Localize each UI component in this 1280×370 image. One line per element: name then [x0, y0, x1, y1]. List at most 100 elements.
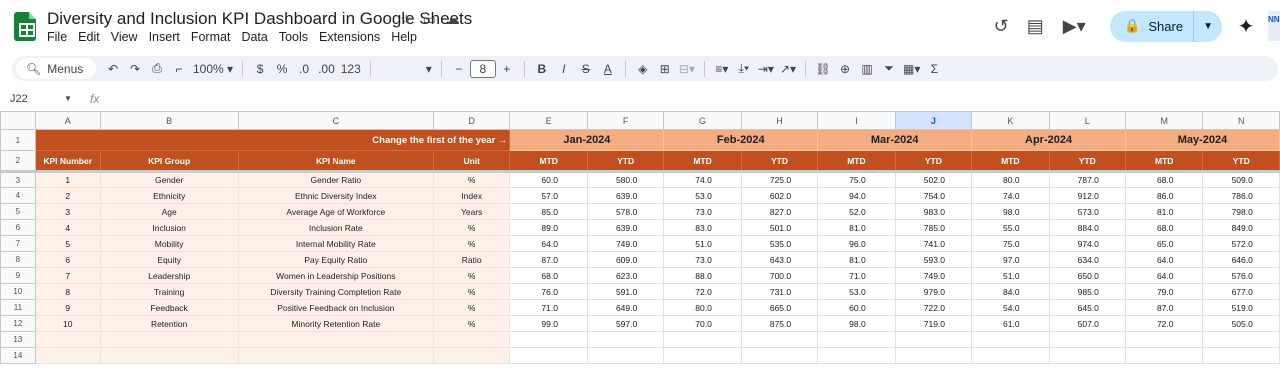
row-header[interactable]: 1: [0, 129, 36, 151]
empty-cell[interactable]: [1202, 331, 1280, 348]
value-cell[interactable]: 65.0: [1124, 235, 1204, 252]
empty-cell[interactable]: [971, 331, 1050, 348]
kpi-num-cell[interactable]: 10: [34, 315, 101, 332]
kpi-num-cell[interactable]: 6: [34, 251, 101, 268]
share-dropdown-icon[interactable]: ▼: [1194, 21, 1222, 32]
column-header-h[interactable]: H: [740, 111, 819, 130]
value-cell[interactable]: 912.0: [1048, 187, 1127, 204]
value-cell[interactable]: 83.0: [663, 219, 742, 236]
kpi-name-cell[interactable]: Pay Equity Ratio: [237, 251, 434, 268]
kpi-name-cell[interactable]: Women in Leadership Positions: [237, 267, 434, 284]
undo-icon[interactable]: ↶: [102, 62, 124, 76]
month-header-cell[interactable]: Jan-2024: [509, 129, 665, 151]
empty-cell[interactable]: [34, 331, 101, 348]
value-cell[interactable]: 64.0: [1124, 251, 1204, 268]
value-cell[interactable]: 639.0: [586, 219, 665, 236]
row-header[interactable]: 3: [0, 171, 36, 188]
kpi-unit-cell[interactable]: %: [432, 235, 511, 252]
value-cell[interactable]: 68.0: [1124, 171, 1204, 188]
value-cell[interactable]: 51.0: [663, 235, 742, 252]
value-cell[interactable]: 94.0: [817, 187, 896, 204]
value-cell[interactable]: 76.0: [509, 283, 588, 300]
empty-cell[interactable]: [1202, 347, 1280, 364]
kpi-name-cell[interactable]: Average Age of Workforce: [237, 203, 434, 220]
column-header-a[interactable]: A: [34, 111, 101, 130]
kpi-name-cell[interactable]: Minority Retention Rate: [237, 315, 434, 332]
value-cell[interactable]: 87.0: [1124, 299, 1204, 316]
column-header-f[interactable]: F: [586, 111, 665, 130]
kpi-unit-cell[interactable]: %: [432, 219, 511, 236]
value-cell[interactable]: 749.0: [894, 267, 973, 284]
value-cell[interactable]: 649.0: [586, 299, 665, 316]
kpi-group-cell[interactable]: Feedback: [99, 299, 239, 316]
empty-cell[interactable]: [509, 347, 588, 364]
value-cell[interactable]: 875.0: [740, 315, 819, 332]
banner-cell[interactable]: Change the first of the year →: [34, 129, 511, 151]
version-history-icon[interactable]: ↺: [984, 16, 1018, 37]
increase-decimal-button[interactable]: .00: [315, 62, 338, 76]
meet-icon[interactable]: ▶▾: [1052, 16, 1096, 37]
value-cell[interactable]: 741.0: [894, 235, 973, 252]
value-cell[interactable]: 85.0: [509, 203, 588, 220]
empty-cell[interactable]: [586, 331, 665, 348]
value-cell[interactable]: 580.0: [586, 171, 665, 188]
merge-cells-icon[interactable]: ⊟▾: [676, 62, 698, 76]
kpi-group-cell[interactable]: Equity: [99, 251, 239, 268]
row-header[interactable]: 6: [0, 219, 36, 236]
empty-cell[interactable]: [237, 347, 434, 364]
value-cell[interactable]: 677.0: [1202, 283, 1280, 300]
empty-cell[interactable]: [1048, 347, 1127, 364]
kpi-group-cell[interactable]: Mobility: [99, 235, 239, 252]
kpi-unit-cell[interactable]: Index: [432, 187, 511, 204]
sub-header-cell[interactable]: YTD: [740, 150, 819, 173]
value-cell[interactable]: 52.0: [817, 203, 896, 220]
empty-cell[interactable]: [663, 331, 742, 348]
value-cell[interactable]: 68.0: [1124, 219, 1204, 236]
value-cell[interactable]: 749.0: [586, 235, 665, 252]
value-cell[interactable]: 722.0: [894, 299, 973, 316]
row-header[interactable]: 11: [0, 299, 36, 316]
empty-cell[interactable]: [1124, 331, 1204, 348]
more-formats-button[interactable]: 123: [338, 62, 364, 76]
row-header[interactable]: 8: [0, 251, 36, 268]
redo-icon[interactable]: ↷: [124, 62, 146, 76]
value-cell[interactable]: 501.0: [740, 219, 819, 236]
value-cell[interactable]: 602.0: [740, 187, 819, 204]
value-cell[interactable]: 72.0: [663, 283, 742, 300]
month-header-cell[interactable]: Apr-2024: [971, 129, 1126, 151]
empty-cell[interactable]: [509, 331, 588, 348]
sub-header-cell[interactable]: YTD: [586, 150, 665, 173]
column-header-b[interactable]: B: [99, 111, 239, 130]
value-cell[interactable]: 719.0: [894, 315, 973, 332]
column-header-l[interactable]: L: [1048, 111, 1127, 130]
kpi-num-cell[interactable]: 8: [34, 283, 101, 300]
value-cell[interactable]: 84.0: [971, 283, 1050, 300]
value-cell[interactable]: 64.0: [509, 235, 588, 252]
column-header-d[interactable]: D: [432, 111, 511, 130]
value-cell[interactable]: 643.0: [740, 251, 819, 268]
value-cell[interactable]: 75.0: [817, 171, 896, 188]
gemini-icon[interactable]: ✦: [1234, 14, 1258, 39]
text-color-button[interactable]: A: [597, 62, 619, 76]
value-cell[interactable]: 81.0: [817, 219, 896, 236]
star-icon[interactable]: ☆: [400, 11, 413, 28]
value-cell[interactable]: 700.0: [740, 267, 819, 284]
value-cell[interactable]: 81.0: [817, 251, 896, 268]
sub-header-cell[interactable]: YTD: [894, 150, 973, 173]
value-cell[interactable]: 597.0: [586, 315, 665, 332]
empty-cell[interactable]: [586, 347, 665, 364]
menu-view[interactable]: View: [111, 30, 138, 44]
kpi-num-cell[interactable]: 5: [34, 235, 101, 252]
sheets-logo-icon[interactable]: [14, 12, 36, 41]
paint-format-icon[interactable]: ⌐: [168, 62, 190, 76]
empty-cell[interactable]: [663, 347, 742, 364]
menu-help[interactable]: Help: [391, 30, 417, 44]
empty-cell[interactable]: [99, 347, 239, 364]
value-cell[interactable]: 645.0: [1048, 299, 1127, 316]
sub-header-cell[interactable]: MTD: [1124, 150, 1204, 173]
font-size-increase-icon[interactable]: +: [496, 62, 518, 76]
value-cell[interactable]: 974.0: [1048, 235, 1127, 252]
menu-format[interactable]: Format: [191, 30, 231, 44]
value-cell[interactable]: 64.0: [1124, 267, 1204, 284]
value-cell[interactable]: 502.0: [894, 171, 973, 188]
